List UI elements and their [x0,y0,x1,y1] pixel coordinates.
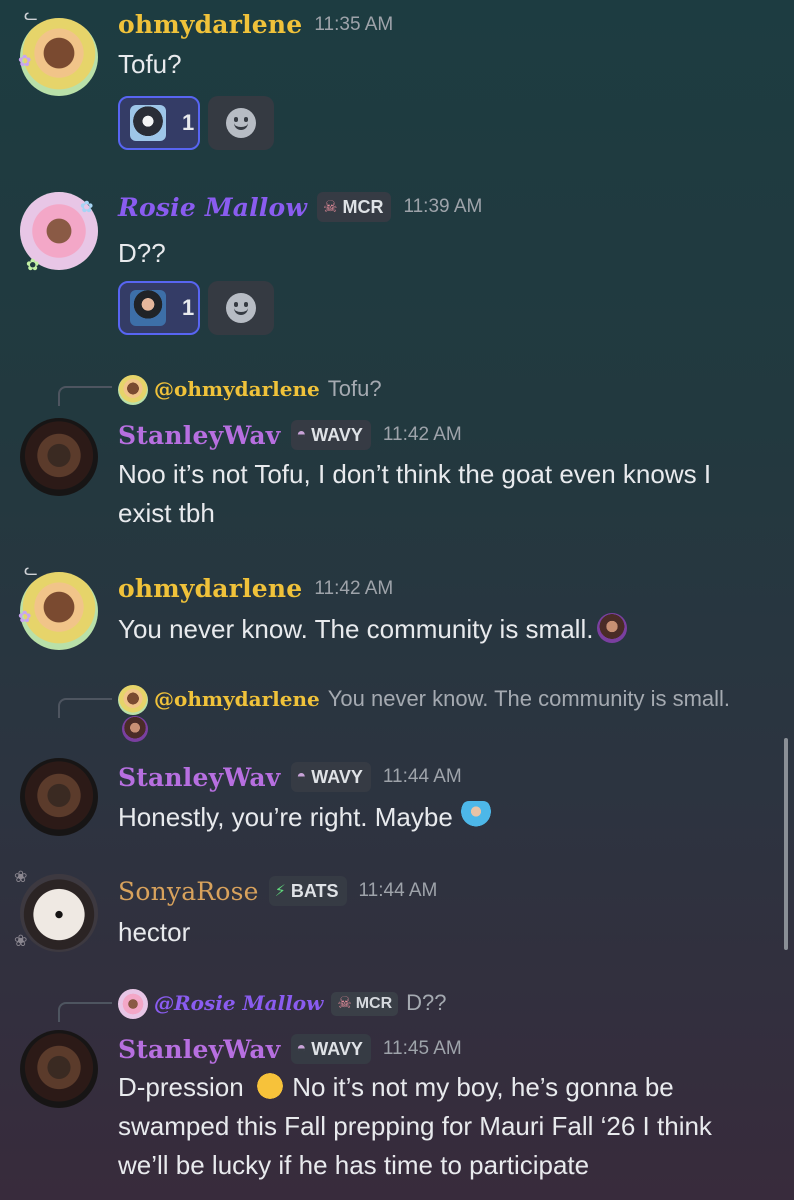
timestamp: 11:42 AM [382,424,462,445]
reply-connector [58,1002,112,1022]
author-name[interactable]: SonyaRose [118,877,259,906]
message-text: You never know. The community is small. [118,610,768,649]
reply-text: D?? [406,990,447,1015]
avatar[interactable] [20,572,98,650]
flower-decoration-icon: ✿ [18,609,32,626]
role-tag[interactable]: ⚡ BATS [268,876,347,906]
timestamp: 11:44 AM [382,766,462,787]
reply-role-tag-label: MCR [355,995,393,1013]
flower-decoration-icon: ✿ [26,257,40,274]
message-text: hector [118,917,191,947]
reply-avatar [118,375,148,406]
timestamp: 11:44 AM [358,880,438,901]
role-tag-label: MCR [342,196,384,217]
role-tag[interactable]: ☠ MCR [317,192,392,222]
smiley-icon [226,108,256,138]
message-text: D-pression No it’s not my boy, he’s gonn… [118,1068,768,1185]
reply-avatar [118,685,148,716]
loudly-crying-emoji-icon [254,1071,285,1101]
rose-decoration-icon: ❀ [14,933,28,950]
add-reaction-button[interactable] [208,281,274,335]
message-text: Honestly, you’re right. Maybe [118,798,768,837]
avatar[interactable] [20,1030,98,1108]
reply-connector [58,698,112,718]
reply-preview[interactable]: @ohmydarlene Tofu? [118,374,758,406]
message-text: D?? [118,238,166,268]
avatar[interactable] [20,758,98,836]
timestamp: 11:39 AM [403,196,483,217]
reply-preview[interactable]: @ohmydarlene You never know. The communit… [118,684,758,745]
skull-icon: ☠ [323,199,338,216]
reply-author: @Rosie Mallow [154,991,324,1015]
avatar[interactable] [20,18,98,96]
timestamp: 11:35 AM [314,13,394,35]
author-name[interactable]: StanleyWav [118,421,281,450]
reaction-count: 1 [182,110,195,135]
flower-decoration-icon: ✿ [80,199,94,216]
smiley-icon [226,293,256,323]
reply-author: @ohmydarlene [154,377,320,401]
reply-preview[interactable]: @Rosie Mallow ☠ MCR D?? [118,988,758,1020]
message-text: Noo it’s not Tofu, I don’t think the goa… [118,459,712,528]
role-tag-label: WAVY [311,766,363,787]
author-name[interactable]: ohmydarlene [118,574,302,603]
onion-icon: ◓ [296,1040,307,1057]
add-reaction-button[interactable] [208,96,274,150]
message-text: Tofu? [118,49,182,79]
role-tag[interactable]: ◓ WAVY [290,762,371,792]
dog-emoji-icon [130,105,166,141]
girl-emoji-icon [122,716,148,743]
onion-icon: ◓ [296,768,307,785]
author-name[interactable]: ohmydarlene [118,10,302,39]
message-text-content: Honestly, you’re right. Maybe [118,802,453,832]
reply-connector [58,386,112,406]
flower-decoration-icon: ✿ [18,53,32,70]
reaction-button[interactable]: 1 [118,96,200,150]
lightning-icon: ⚡ [274,883,286,900]
timestamp: 11:42 AM [314,577,394,599]
timestamp: 11:45 AM [382,1038,462,1059]
role-tag-label: WAVY [311,1038,363,1059]
avatar[interactable] [20,418,98,496]
role-tag[interactable]: ◓ WAVY [290,420,371,450]
author-name[interactable]: StanleyWav [118,763,281,792]
crying-man-emoji-icon [130,290,166,326]
reaction-button[interactable]: 1 [118,281,200,335]
author-name[interactable]: Rosie Mallow [118,193,307,222]
cat-decoration-icon: ᓚ [24,562,38,579]
role-tag-label: BATS [290,880,339,901]
skull-icon: ☠ [337,995,352,1013]
message-text-content: D-pression [118,1072,244,1102]
scrollbar[interactable] [784,738,788,950]
shrug-emoji-icon [460,801,491,831]
role-tag-label: WAVY [311,424,363,445]
rose-decoration-icon: ❀ [14,869,28,886]
reaction-count: 1 [182,295,195,320]
reply-text: Tofu? [327,376,382,401]
role-tag[interactable]: ◓ WAVY [290,1034,371,1064]
author-name[interactable]: StanleyWav [118,1035,281,1064]
cat-decoration-icon: ᓚ [24,7,38,24]
girl-emoji-icon [597,613,628,643]
onion-icon: ◓ [296,426,307,443]
reply-avatar [118,989,148,1020]
reply-role-tag: ☠ MCR [331,992,399,1017]
avatar[interactable] [20,874,98,952]
reply-text: You never know. The community is small. [327,686,731,711]
reply-author: @ohmydarlene [154,687,320,711]
message-text-content: You never know. The community is small. [118,614,594,644]
